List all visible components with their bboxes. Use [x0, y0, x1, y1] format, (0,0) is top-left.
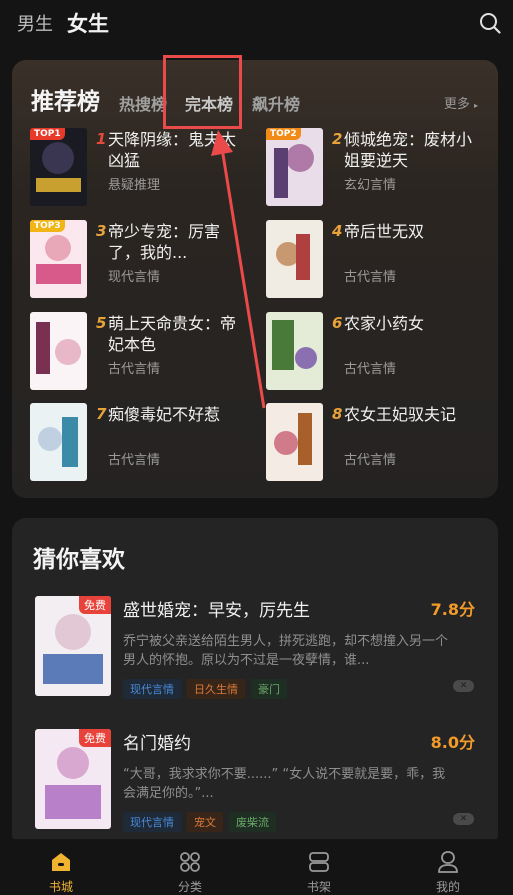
rank-item[interactable]: TOP1 1 天降阴缘：鬼夫太凶猛 悬疑推理 — [30, 128, 250, 208]
book-title: 痴傻毒妃不好惹 — [108, 405, 221, 424]
book-cover: TOP2 — [266, 128, 323, 206]
book-list-item[interactable]: 免费 盛世婚宠：早安，厉先生 7.8分 乔宁被父亲送给陌生男人，拼死逃跑，却不想… — [12, 596, 498, 711]
tab-female[interactable]: 女生 — [67, 8, 109, 38]
book-cover — [30, 403, 87, 481]
book-cover: TOP3 — [30, 220, 87, 298]
book-score: 8.0分 — [430, 733, 475, 752]
nav-bookshelf[interactable]: 书架 — [279, 839, 359, 895]
book-description: “大哥，我求求你不要......” “女人说不要就是要，乖，我会满足你的。”..… — [123, 767, 446, 801]
tab-male[interactable]: 男生 — [17, 10, 53, 36]
bookshelf-icon — [309, 852, 329, 872]
book-genre: 古代言情 — [344, 362, 397, 377]
book-cover: 免费 — [35, 729, 111, 829]
rank-number: 7 — [96, 405, 107, 423]
guess-title: 猜你喜欢 — [33, 547, 125, 573]
book-title: 农家小药女 — [344, 314, 425, 333]
book-cover — [266, 403, 323, 481]
nav-mine[interactable]: 我的 — [408, 839, 488, 895]
nav-bookstore[interactable]: 书城 — [21, 839, 101, 895]
tag[interactable]: 日久生情 — [187, 679, 245, 699]
book-cover — [266, 220, 323, 298]
tag[interactable]: 现代言情 — [123, 812, 181, 832]
rank-number: 2 — [332, 130, 343, 148]
rank-number: 3 — [96, 222, 107, 240]
rank-number: 4 — [332, 222, 343, 240]
nav-category[interactable]: 分类 — [150, 839, 230, 895]
more-label: 更多 — [443, 97, 470, 112]
more-link[interactable]: 更多 ▸ — [444, 93, 478, 112]
book-cover — [266, 312, 323, 390]
book-score: 7.8分 — [430, 600, 475, 619]
nav-label: 书架 — [306, 880, 331, 894]
book-title: 名门婚约 — [123, 734, 191, 754]
book-cover: 免费 — [35, 596, 111, 696]
nav-label: 书城 — [48, 880, 73, 894]
book-genre: 古代言情 — [344, 453, 397, 468]
rank-item[interactable]: 4 帝后世无双 古代言情 — [266, 220, 486, 300]
book-cover: TOP1 — [30, 128, 87, 206]
rank-title: 推荐榜 — [31, 89, 100, 115]
book-genre: 现代言情 — [108, 270, 161, 285]
nav-label: 分类 — [177, 880, 202, 894]
rank-item[interactable]: 7 痴傻毒妃不好惹 古代言情 — [30, 403, 250, 483]
tag[interactable]: 现代言情 — [123, 679, 181, 699]
rank-number: 5 — [96, 314, 107, 332]
rank-number: 8 — [332, 405, 343, 423]
rank-item[interactable]: TOP2 2 倾城绝宠：废材小姐要逆天 玄幻言情 — [266, 128, 486, 208]
book-genre: 玄幻言情 — [344, 178, 397, 193]
book-cover — [30, 312, 87, 390]
free-badge: 免费 — [79, 596, 111, 614]
book-description: 乔宁被父亲送给陌生男人，拼死逃跑，却不想撞入另一个男人的怀抱。原以为不过是一夜孽… — [123, 634, 449, 668]
book-title: 盛世婚宠：早安，厉先生 — [123, 601, 310, 621]
guess-card: 猜你喜欢 免费 盛世婚宠：早安，厉先生 7.8分 乔宁被父亲送给陌生男人，拼死逃… — [12, 518, 498, 848]
tag[interactable]: 宠文 — [187, 812, 223, 832]
close-icon[interactable]: ✕ — [453, 813, 474, 825]
rank-item[interactable]: 6 农家小药女 古代言情 — [266, 312, 486, 392]
nav-label: 我的 — [435, 880, 460, 894]
rank-item[interactable]: TOP3 3 帝少专宠：厉害了，我的... 现代言情 — [30, 220, 250, 300]
book-title: 农女王妃驭夫记 — [344, 405, 457, 424]
rank-number: 6 — [332, 314, 343, 332]
book-genre: 古代言情 — [108, 453, 161, 468]
book-genre: 古代言情 — [344, 270, 397, 285]
highlight-box — [163, 55, 242, 129]
top-bar: 男生 女生 — [0, 0, 513, 48]
free-badge: 免费 — [79, 729, 111, 747]
tag[interactable]: 废柴流 — [229, 812, 276, 832]
top-badge: TOP1 — [30, 128, 65, 140]
rank-number: 1 — [96, 130, 107, 148]
rank-card: 推荐榜 热搜榜 完本榜 飙升榜 更多 ▸ TOP1 1 天降阴缘：鬼夫太凶猛 悬… — [12, 60, 498, 498]
book-list-item[interactable]: 免费 名门婚约 8.0分 “大哥，我求求你不要......” “女人说不要就是要… — [12, 729, 498, 844]
book-title: 帝少专宠：厉害了，我的... — [108, 222, 221, 262]
book-genre: 悬疑推理 — [108, 178, 161, 193]
user-icon — [438, 851, 458, 873]
home-icon — [52, 853, 70, 871]
top-badge: TOP2 — [266, 128, 301, 140]
book-title: 天降阴缘：鬼夫太凶猛 — [108, 130, 237, 170]
tab-hot-search[interactable]: 热搜榜 — [119, 91, 167, 115]
rank-item[interactable]: 8 农女王妃驭夫记 古代言情 — [266, 403, 486, 483]
close-icon[interactable]: ✕ — [453, 680, 474, 692]
rank-item[interactable]: 5 萌上天命贵女：帝妃本色 古代言情 — [30, 312, 250, 392]
tag-list: 现代言情 日久生情 豪门 — [123, 678, 293, 699]
bottom-nav: 书城 分类 书架 我的 — [0, 839, 513, 895]
search-icon[interactable] — [479, 12, 501, 34]
book-genre: 古代言情 — [108, 362, 161, 377]
tag-list: 现代言情 宠文 废柴流 — [123, 811, 282, 832]
grid-icon — [180, 852, 200, 872]
tab-rising[interactable]: 飙升榜 — [252, 91, 300, 115]
book-title: 倾城绝宠：废材小姐要逆天 — [344, 130, 473, 170]
book-title: 帝后世无双 — [344, 222, 425, 241]
top-badge: TOP3 — [30, 220, 65, 232]
book-title: 萌上天命贵女：帝妃本色 — [108, 314, 237, 354]
chevron-right-icon: ▸ — [473, 101, 478, 110]
tag[interactable]: 豪门 — [251, 679, 287, 699]
